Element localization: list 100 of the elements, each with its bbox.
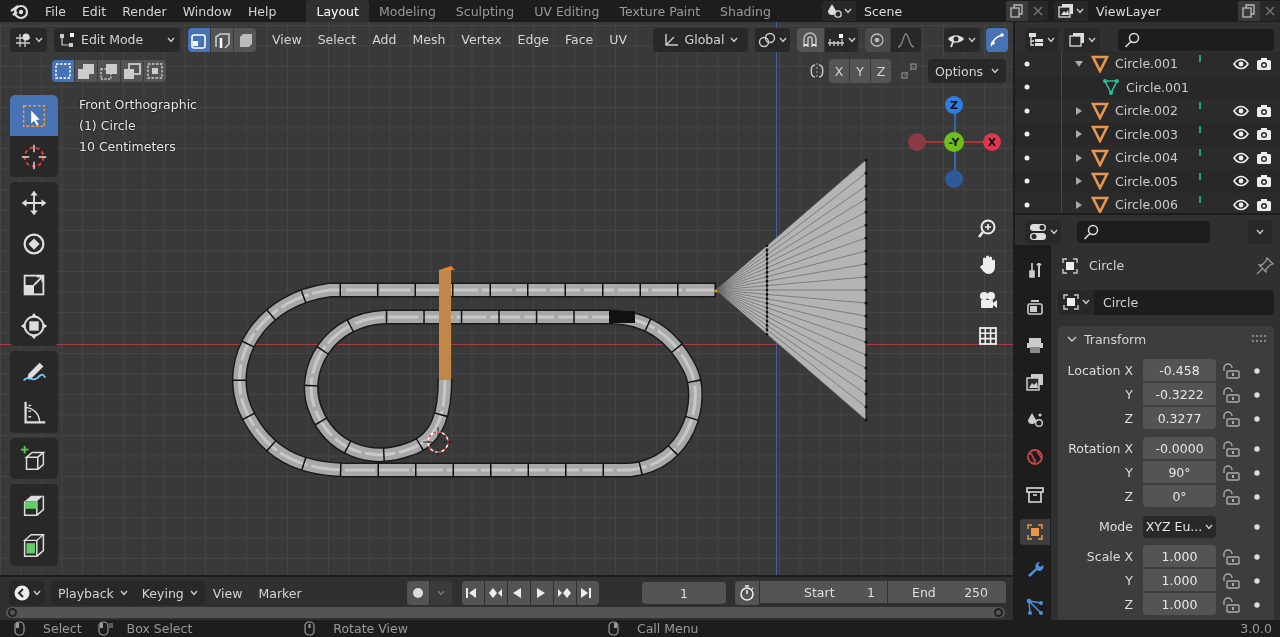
eye-icon[interactable]: [1233, 56, 1249, 71]
proportional-edit-toggle[interactable]: [865, 27, 890, 52]
workspace-tab[interactable]: Layout: [306, 0, 369, 22]
camera-icon[interactable]: [1256, 56, 1272, 71]
select-dot-icon[interactable]: [1024, 178, 1030, 185]
keyframe-dot-icon[interactable]: [1254, 415, 1260, 422]
invert-selection-button[interactable]: [121, 60, 143, 82]
select-dot-icon[interactable]: [1024, 131, 1030, 138]
zoom-icon[interactable]: [977, 218, 998, 239]
intersect-selection-button[interactable]: [144, 60, 166, 82]
editor-type-button[interactable]: [1025, 219, 1061, 244]
panel-title[interactable]: Transform: [1084, 331, 1147, 347]
grid-icon[interactable]: [977, 326, 998, 347]
menu-item[interactable]: Marker: [250, 585, 310, 601]
previous-keyframe-button[interactable]: [484, 581, 507, 605]
number-field[interactable]: 0°: [1143, 485, 1216, 507]
keyframe-dot-icon[interactable]: [1254, 391, 1260, 398]
lock-icon[interactable]: [1221, 440, 1241, 457]
editor-type-button[interactable]: [9, 581, 45, 605]
lock-icon[interactable]: [1221, 410, 1241, 427]
subtract-selection-button[interactable]: [98, 60, 120, 82]
filter-button[interactable]: [1064, 27, 1100, 52]
options-button[interactable]: [1248, 219, 1272, 244]
close-icon[interactable]: [1033, 6, 1043, 16]
end-frame-field[interactable]: End 250: [888, 581, 1006, 603]
face-select-mode-button[interactable]: [234, 27, 256, 52]
pin-icon[interactable]: [1256, 256, 1274, 275]
set-selection-button[interactable]: [52, 60, 74, 82]
scene-selector[interactable]: Scene: [822, 1, 1048, 21]
workspace-tab[interactable]: UV Editing: [524, 0, 610, 22]
copy-icon[interactable]: [1242, 4, 1256, 18]
next-keyframe-button[interactable]: [553, 581, 576, 605]
current-frame-field[interactable]: 1: [642, 582, 726, 604]
keyframe-dot-icon[interactable]: [1254, 577, 1260, 584]
view-layer-selector[interactable]: ViewLayer: [1054, 1, 1280, 21]
menu-item[interactable]: Mesh: [404, 32, 454, 47]
start-frame-field[interactable]: Start 1: [760, 581, 887, 603]
vertex-select-mode-button[interactable]: [188, 27, 210, 52]
menu-item[interactable]: View: [204, 585, 251, 601]
select-dot-icon[interactable]: [1024, 201, 1030, 208]
copy-icon[interactable]: [1010, 4, 1024, 18]
mirror-axis-toggle[interactable]: X: [829, 59, 849, 83]
outliner-item[interactable]: Circle.001: [1115, 56, 1178, 72]
play-button[interactable]: [530, 581, 553, 605]
menu-item[interactable]: Help: [239, 3, 285, 19]
menu-item[interactable]: Edge: [509, 32, 557, 47]
select-box-tool[interactable]: [10, 95, 58, 136]
lock-icon[interactable]: [1221, 596, 1241, 613]
menu-item[interactable]: Add: [364, 32, 405, 47]
number-field[interactable]: -0.458: [1143, 359, 1216, 381]
select-dot-icon[interactable]: [1024, 60, 1030, 67]
eye-icon[interactable]: [1233, 150, 1249, 165]
menu-item[interactable]: Face: [557, 32, 602, 47]
disclosure-triangle-icon[interactable]: [1074, 129, 1084, 140]
menu-item[interactable]: Vertex: [453, 32, 510, 47]
number-field[interactable]: 0.3277: [1143, 407, 1216, 429]
mode-dropdown[interactable]: Edit Mode: [54, 27, 180, 52]
disclosure-triangle-icon[interactable]: [1074, 105, 1084, 116]
lock-icon[interactable]: [1221, 386, 1241, 403]
extend-selection-button[interactable]: [75, 60, 97, 82]
auto-keying-toggle[interactable]: [406, 581, 429, 605]
edge-select-mode-button[interactable]: [211, 27, 233, 52]
menu-item[interactable]: View: [264, 32, 310, 47]
disclosure-triangle-icon[interactable]: [1074, 199, 1084, 210]
object-properties-tab[interactable]: [1020, 518, 1050, 546]
keyframe-dot-icon[interactable]: [1254, 553, 1260, 560]
eye-icon[interactable]: [1233, 103, 1249, 118]
object-name-field[interactable]: Circle: [1058, 289, 1274, 315]
snap-target-button[interactable]: [825, 27, 858, 52]
disclosure-triangle-icon[interactable]: [1074, 152, 1084, 163]
options-dropdown[interactable]: Options: [928, 59, 1006, 83]
outliner-item[interactable]: Circle.003: [1115, 126, 1178, 142]
disclosure-triangle-icon[interactable]: [1074, 176, 1084, 187]
mirror-axis-toggle[interactable]: Z: [871, 59, 891, 83]
eye-icon[interactable]: [1233, 174, 1249, 189]
lock-icon[interactable]: [1221, 572, 1241, 589]
keyframe-dot-icon[interactable]: [1254, 601, 1260, 608]
snap-toggle[interactable]: [797, 27, 824, 52]
keyframe-dot-icon[interactable]: [1254, 523, 1260, 530]
number-field[interactable]: 90°: [1143, 461, 1216, 483]
number-field[interactable]: 1.000: [1143, 593, 1216, 615]
play-reverse-button[interactable]: [507, 581, 530, 605]
disclosure-triangle-icon[interactable]: [1074, 58, 1084, 69]
search-field[interactable]: [1077, 220, 1210, 243]
select-dot-icon[interactable]: [1024, 154, 1030, 161]
workspace-tab[interactable]: Texture Paint: [609, 0, 711, 22]
keyframe-dot-icon[interactable]: [1254, 469, 1260, 476]
menu-item[interactable]: Render: [114, 3, 175, 19]
xray-toggle[interactable]: [986, 27, 1008, 52]
orientation-dropdown[interactable]: Global: [653, 27, 748, 52]
number-field[interactable]: 1.000: [1143, 545, 1216, 567]
preview-range-toggle[interactable]: [735, 581, 759, 605]
number-field[interactable]: -0.0000: [1143, 437, 1216, 459]
outliner-item[interactable]: Circle.001: [1126, 79, 1189, 95]
menu-item[interactable]: File: [37, 3, 74, 19]
camera-icon[interactable]: [1256, 127, 1272, 142]
lock-icon[interactable]: [1221, 464, 1241, 481]
camera-icon[interactable]: [1256, 174, 1272, 189]
keyframe-dot-icon[interactable]: [1254, 445, 1260, 452]
jump-end-button[interactable]: [576, 581, 599, 605]
